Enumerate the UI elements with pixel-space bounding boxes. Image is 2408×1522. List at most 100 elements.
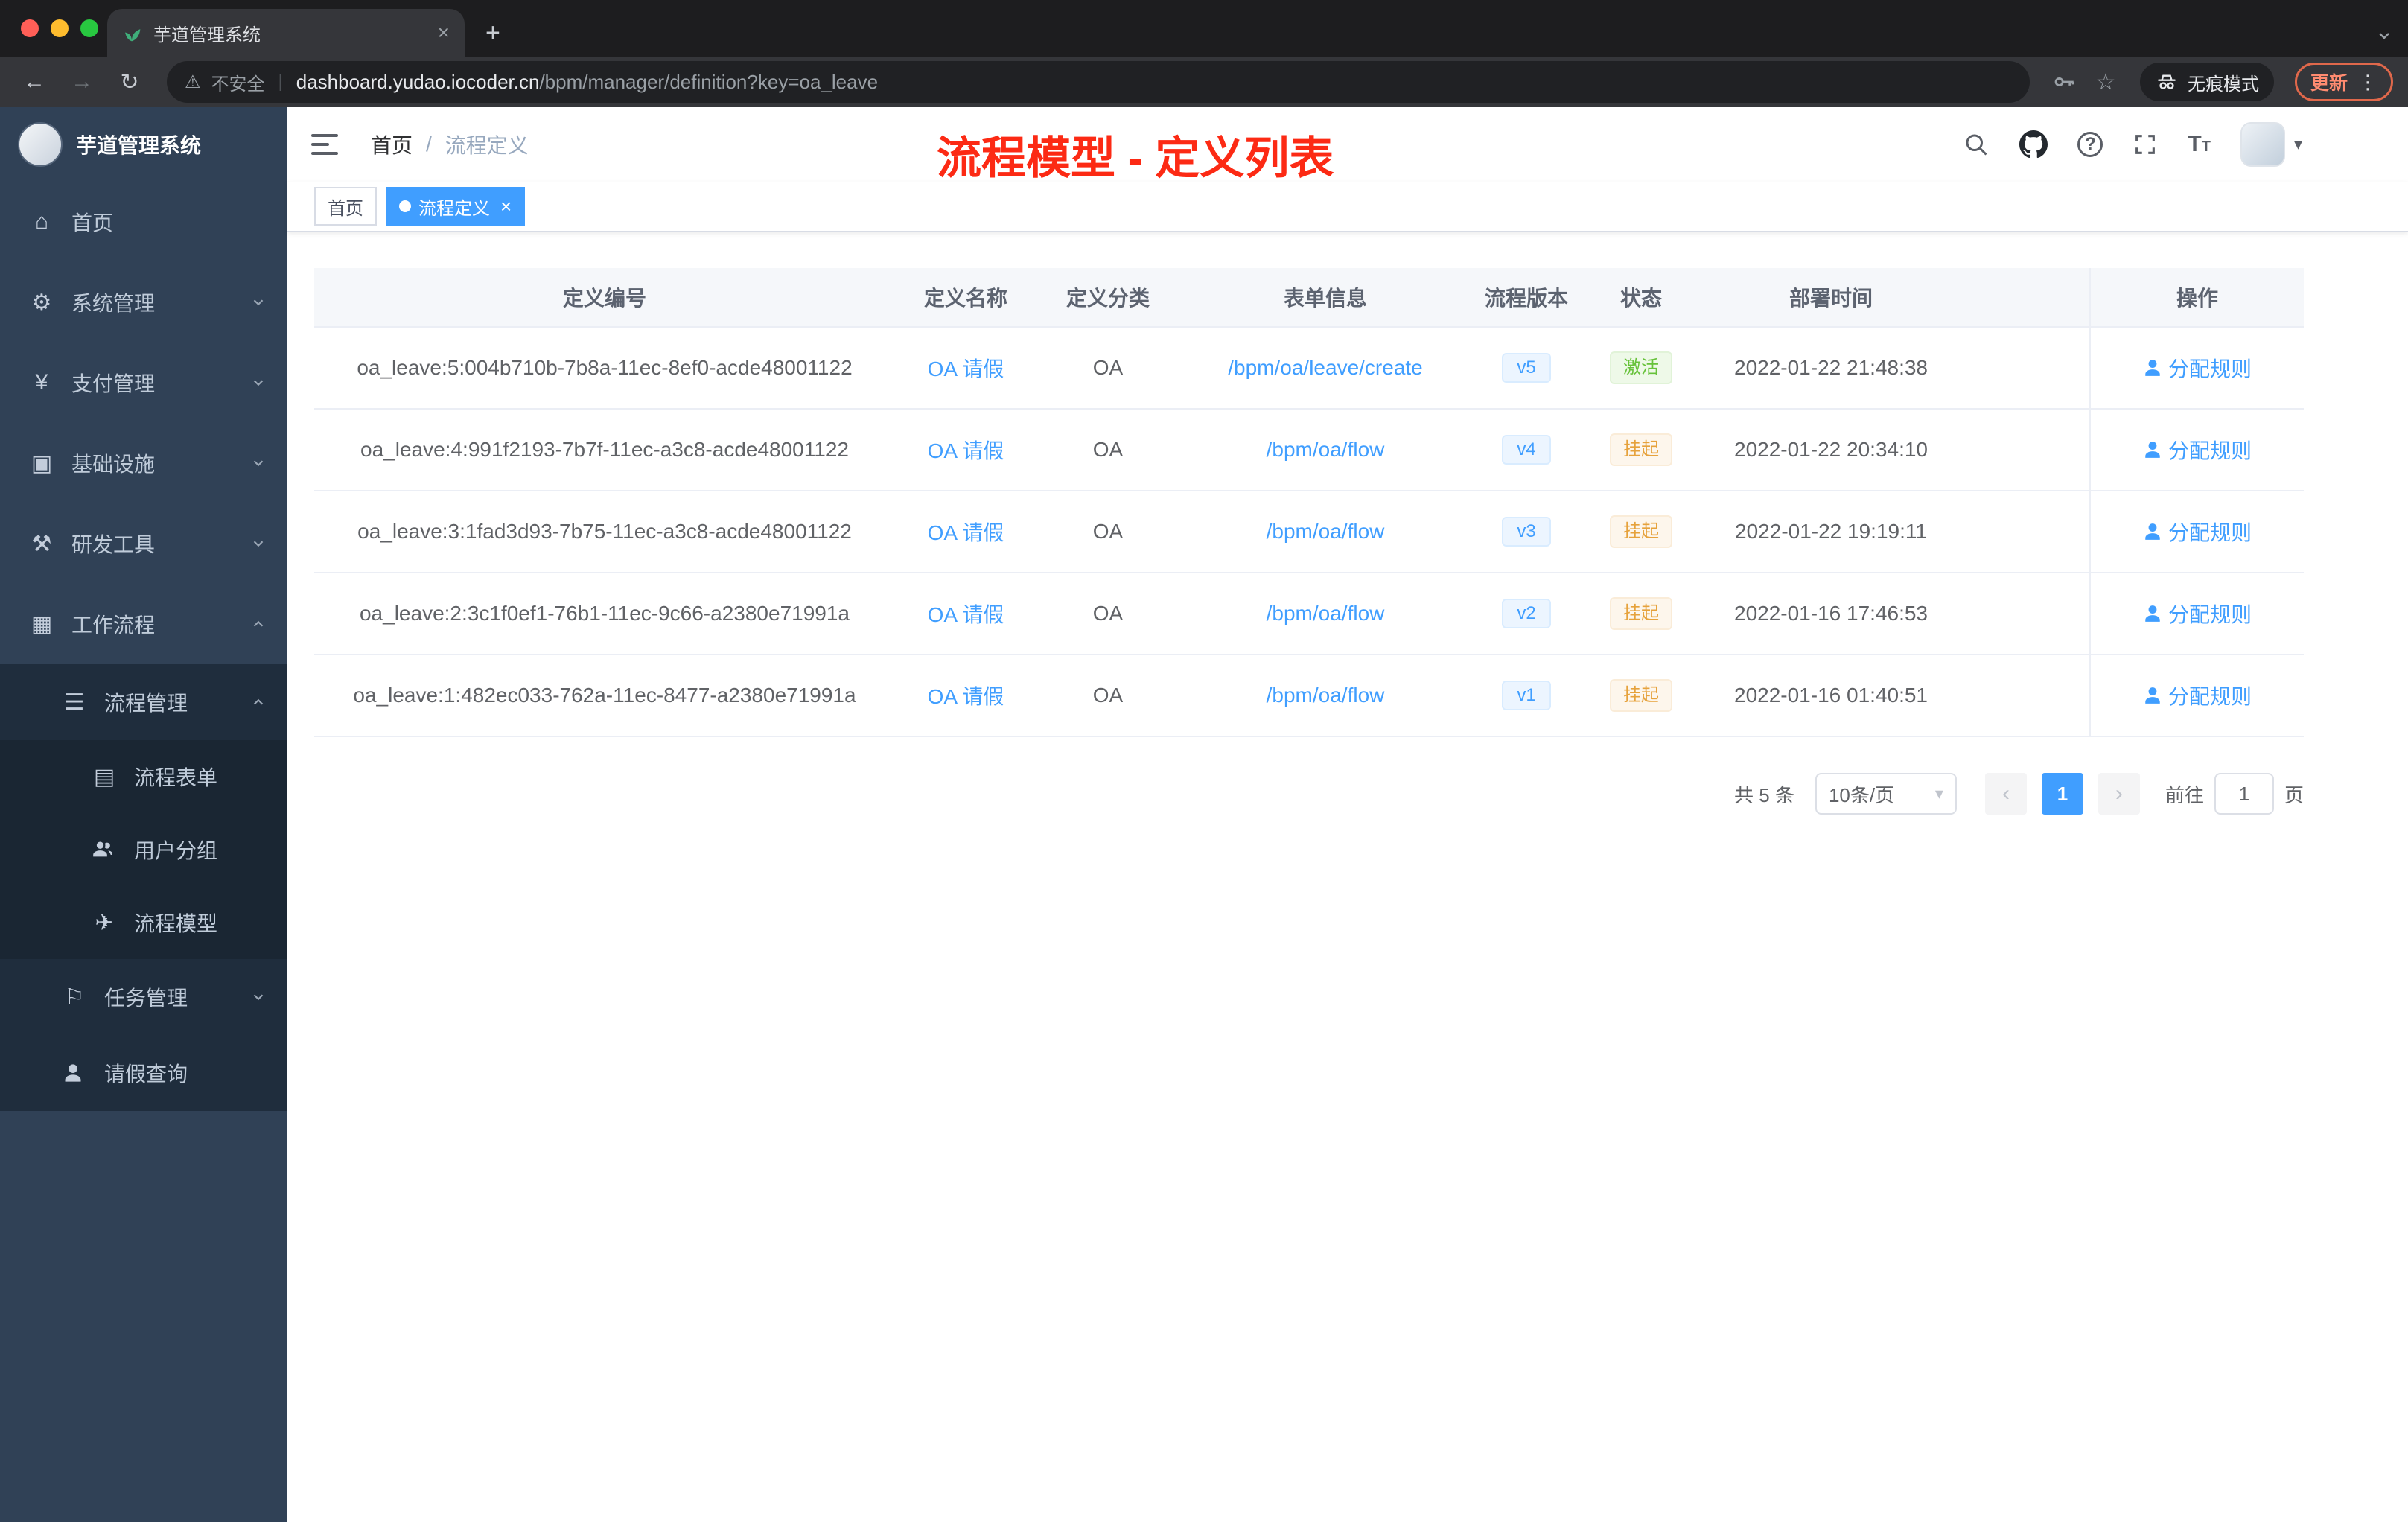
sidebar-item-label: 用户分组 [134,839,218,862]
back-button[interactable]: ← [15,63,54,101]
maximize-window-button[interactable] [80,19,98,37]
page-size-value: 10条/页 [1828,783,1895,806]
sidebar-item-user-group[interactable]: 用户分组 [0,813,287,886]
search-icon[interactable] [1963,131,1990,158]
definition-table: 定义编号 定义名称 定义分类 表单信息 流程版本 状态 部署时间 操作 oa_l… [314,268,2304,737]
browser-tab[interactable]: 芋道管理系统 × [107,9,465,57]
tab-search-chevron-icon[interactable] [2375,27,2393,45]
sidebar-item-leave-query[interactable]: 请假查询 [0,1035,287,1111]
sidebar-item-system[interactable]: ⚙ 系统管理 [0,262,287,343]
page-size-select[interactable]: 10条/页 ▾ [1815,773,1957,815]
fullscreen-icon[interactable] [2133,132,2158,157]
sidebar-item-label: 研发工具 [71,533,156,556]
github-icon[interactable] [2019,130,2048,159]
tab-close-icon[interactable]: × [438,21,450,45]
address-bar[interactable]: ⚠ 不安全 | dashboard.yudao.iocoder.cn/bpm/m… [167,61,2030,103]
page-number-button[interactable]: 1 [2041,773,2083,815]
person-icon [2145,360,2160,376]
new-tab-button[interactable]: + [485,19,500,48]
chevron-down-icon: ▾ [1934,784,1943,803]
url-path: /bpm/manager/definition?key=oa_leave [539,70,879,93]
url-text: dashboard.yudao.iocoder.cn/bpm/manager/d… [296,71,878,94]
next-page-button[interactable]: › [2098,773,2140,815]
sidebar-item-dev-tools[interactable]: ⚒ 研发工具 [0,503,287,584]
minimize-window-button[interactable] [51,19,69,37]
incognito-badge: 无痕模式 [2139,63,2274,101]
assign-rule-button[interactable]: 分配规则 [2143,599,2252,628]
sidebar-item-process-management[interactable]: ☰ 流程管理 [0,664,287,740]
prev-page-button[interactable]: ‹ [1984,773,2027,815]
chevron-down-icon [250,989,267,1005]
person-icon [63,1063,86,1083]
browser-menu-icon[interactable]: ⋮ [2358,71,2377,94]
cell-definition-id: oa_leave:2:3c1f0ef1-76b1-11ec-9c66-a2380… [359,602,850,625]
close-window-button[interactable] [21,19,39,37]
status-badge: 挂起 [1610,679,1672,712]
breadcrumb-current: 流程定义 [445,134,529,157]
definition-name-link[interactable]: OA 请假 [928,599,1004,628]
status-badge: 挂起 [1610,597,1672,630]
logo-title: 芋道管理系统 [76,134,202,157]
breadcrumb-home[interactable]: 首页 [371,130,413,159]
form-info-link[interactable]: /bpm/oa/flow [1267,520,1385,544]
assign-rule-label: 分配规则 [2167,439,2252,462]
definition-name-link[interactable]: OA 请假 [928,517,1004,547]
assign-rule-button[interactable]: 分配规则 [2143,435,2252,465]
definition-name-link[interactable]: OA 请假 [928,353,1004,383]
bookmark-star-icon[interactable]: ☆ [2089,69,2122,95]
user-avatar-menu[interactable]: ▾ [2240,122,2302,167]
sidebar-item-payment[interactable]: ¥ 支付管理 [0,343,287,423]
logo-avatar [18,122,63,167]
assign-rule-button[interactable]: 分配规则 [2143,353,2252,383]
cell-definition-id: oa_leave:5:004b710b-7b8a-11ec-8ef0-acde4… [357,356,853,379]
sidebar-logo[interactable]: 芋道管理系统 [0,107,287,182]
chevron-down-icon [250,535,267,552]
sidebar-item-task-management[interactable]: ⚐ 任务管理 [0,959,287,1035]
main-area: 首页 / 流程定义 流程模型 - 定义列表 ? TT ▾ 首页 流程定义 × 定… [287,107,2408,1522]
tag-close-icon[interactable]: × [500,195,512,218]
assign-rule-label: 分配规则 [2167,603,2252,626]
sidebar-item-home[interactable]: ⌂ 首页 [0,182,287,262]
assign-rule-label: 分配规则 [2167,521,2252,544]
browser-tabstrip: 芋道管理系统 × + [0,0,2408,57]
table-header-row: 定义编号 定义名称 定义分类 表单信息 流程版本 状态 部署时间 操作 [314,268,2304,328]
tag-home[interactable]: 首页 [314,187,377,226]
avatar[interactable] [2240,122,2285,167]
assign-rule-button[interactable]: 分配规则 [2143,681,2252,710]
sidebar-item-workflow[interactable]: ▦ 工作流程 [0,584,287,664]
sidebar-item-infrastructure[interactable]: ▣ 基础设施 [0,423,287,503]
col-definition-name: 定义名称 [923,287,1007,310]
form-info-link[interactable]: /bpm/oa/flow [1267,684,1385,707]
col-status: 状态 [1619,287,1662,310]
url-separator: | [278,71,283,92]
forward-button[interactable]: → [63,63,101,101]
assign-rule-button[interactable]: 分配规则 [2143,517,2252,547]
form-info-link[interactable]: /bpm/oa/leave/create [1228,356,1423,380]
cell-category: OA [1092,602,1124,625]
definition-name-link[interactable]: OA 请假 [928,681,1004,710]
update-label[interactable]: 更新 [2310,69,2348,95]
app-shell: 芋道管理系统 ⌂ 首页 ⚙ 系统管理 ¥ 支付管理 ▣ 基础设施 ⚒ 研发工具 … [0,107,2408,1522]
reload-button[interactable]: ↻ [110,63,149,101]
tag-process-definition[interactable]: 流程定义 × [386,187,526,226]
form-info-link[interactable]: /bpm/oa/flow [1267,602,1385,625]
browser-update-chip[interactable]: 更新 ⋮ [2294,63,2393,101]
cell-spacer [1961,328,2089,408]
sidebar-item-process-model[interactable]: ✈ 流程模型 [0,886,287,959]
sidebar-item-process-form[interactable]: ▤ 流程表单 [0,740,287,813]
help-icon[interactable]: ? [2077,132,2103,157]
form-info-link[interactable]: /bpm/oa/flow [1267,438,1385,462]
definition-name-link[interactable]: OA 请假 [928,435,1004,465]
sidebar-toggle-icon[interactable] [311,128,344,161]
goto-page: 前往 页 [2165,773,2304,815]
workflow-icon: ▦ [31,611,53,637]
goto-page-input[interactable] [2214,773,2274,815]
password-key-icon[interactable] [2048,69,2080,95]
active-tag-dot [399,200,411,212]
table-row: oa_leave:5:004b710b-7b8a-11ec-8ef0-acde4… [314,328,2304,410]
task-flag-icon: ⚐ [64,984,85,1010]
font-size-icon[interactable]: TT [2188,132,2211,157]
sidebar-item-label: 请假查询 [104,1063,188,1086]
cell-definition-id: oa_leave:4:991f2193-7b7f-11ec-a3c8-acde4… [360,438,849,461]
sidebar-item-label: 支付管理 [71,372,156,395]
